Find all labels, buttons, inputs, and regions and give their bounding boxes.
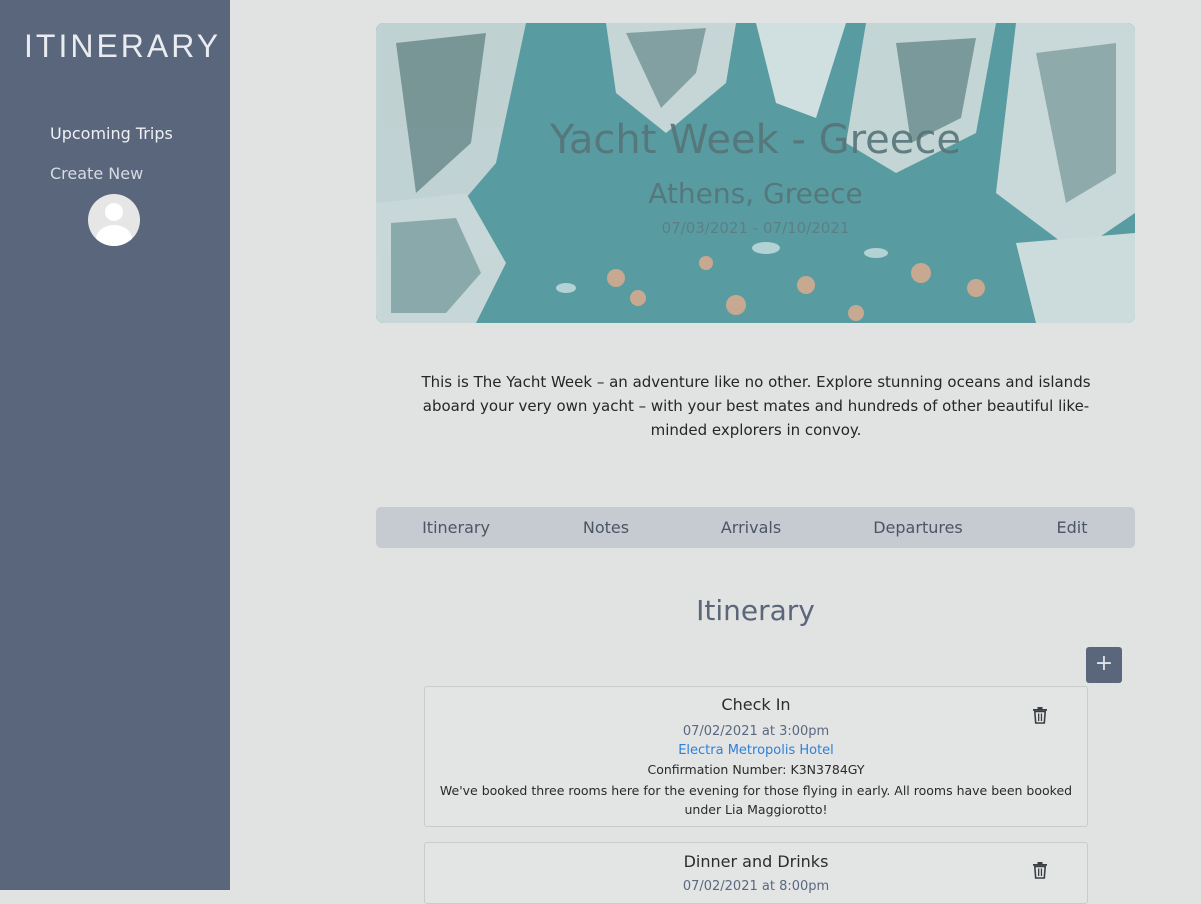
itinerary-section-title: Itinerary [696,594,815,627]
trip-location: Athens, Greece [648,177,863,210]
avatar-shoulders [96,225,132,246]
add-event-button[interactable]: + [1086,647,1122,683]
trash-icon[interactable] [1031,706,1049,724]
trip-title: Yacht Week - Greece [549,117,961,163]
nav-create-new[interactable]: Create New [50,164,143,183]
sidebar: ITINERARY Upcoming Trips Create New [0,0,230,890]
event-time: 07/02/2021 at 3:00pm [682,724,830,739]
event-notes: We've booked three rooms here for the ev… [439,783,1073,817]
event-location-link[interactable]: Electra Metropolis Hotel [425,743,1087,758]
trip-hero-banner: Yacht Week - Greece Athens, Greece 07/03… [376,23,1135,323]
event-title: Dinner and Drinks [683,852,829,871]
app-logo[interactable]: ITINERARY [24,26,218,66]
hero-image [376,23,1135,323]
tab-arrivals[interactable]: Arrivals [721,507,781,548]
itinerary-event-card: Check In 07/02/2021 at 3:00pm Electra Me… [424,686,1088,827]
tab-edit[interactable]: Edit [1057,507,1088,548]
event-title: Check In [721,695,791,714]
tab-notes[interactable]: Notes [583,507,629,548]
event-time: 07/02/2021 at 8:00pm [682,879,830,894]
trip-dates: 07/03/2021 - 07/10/2021 [661,219,850,237]
trash-icon[interactable] [1031,861,1049,879]
nav-upcoming-trips[interactable]: Upcoming Trips [50,124,173,143]
trip-tabs: Itinerary Notes Arrivals Departures Edit [376,507,1135,548]
tab-itinerary[interactable]: Itinerary [422,507,490,548]
trip-description: This is The Yacht Week – an adventure li… [421,373,1091,439]
event-confirmation: Confirmation Number: K3N3784GY [647,762,865,777]
avatar-head [105,203,123,221]
itinerary-event-card: Dinner and Drinks 07/02/2021 at 8:00pm [424,842,1088,904]
user-avatar[interactable] [88,194,140,246]
tab-departures[interactable]: Departures [873,507,963,548]
